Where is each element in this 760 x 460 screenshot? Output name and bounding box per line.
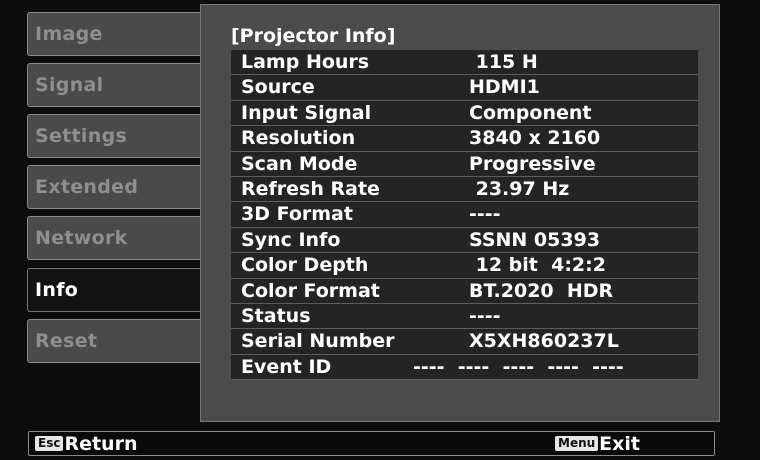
menu-item-extended[interactable]: Extended: [27, 165, 213, 209]
menu-item-label: Extended: [35, 176, 139, 198]
info-row-refresh-rate: Refresh Rate 23.97 Hz: [231, 176, 698, 203]
menu-item-network[interactable]: Network: [27, 216, 213, 260]
row-value: 12 bit 4:2:2: [469, 254, 606, 277]
row-value: HDMI1: [469, 76, 540, 99]
return-button[interactable]: Esc Return: [35, 432, 138, 455]
row-label: Resolution: [241, 127, 356, 150]
row-value: ---- ---- ---- ---- ----: [413, 355, 624, 378]
row-value: ----: [469, 304, 501, 327]
row-value: Progressive: [469, 152, 596, 175]
esc-key-badge: Esc: [35, 436, 64, 451]
info-row-color-format: Color Format BT.2020 HDR: [231, 278, 698, 304]
row-value: Component: [469, 101, 592, 124]
row-value: 23.97 Hz: [469, 177, 570, 200]
info-row-resolution: Resolution 3840 x 2160: [231, 126, 698, 152]
info-table: Lamp Hours 115 H Source HDMI1 Input Sign…: [231, 50, 698, 381]
row-label: Event ID: [241, 355, 332, 378]
row-label: Status: [241, 304, 311, 327]
menu-item-settings[interactable]: Settings: [27, 114, 213, 158]
row-label: Source: [241, 76, 315, 99]
info-row-scan-mode: Scan Mode Progressive: [231, 151, 698, 177]
bottom-help-bar: Esc Return Menu Exit: [28, 431, 715, 456]
info-row-status: Status ----: [231, 303, 698, 330]
info-row-source: Source HDMI1: [231, 75, 698, 101]
row-label: Lamp Hours: [241, 51, 370, 73]
menu-item-reset[interactable]: Reset: [27, 319, 213, 363]
row-value: 3840 x 2160: [469, 127, 601, 150]
panel-title: [Projector Info]: [231, 25, 396, 47]
row-label: Color Format: [241, 279, 380, 302]
info-row-event-id: Event ID ---- ---- ---- ---- ----: [231, 354, 698, 381]
info-row-3d-format: 3D Format ----: [231, 202, 698, 228]
menu-item-info[interactable]: Info: [27, 268, 214, 312]
row-label: Color Depth: [241, 254, 369, 277]
info-row-input-signal: Input Signal Component: [231, 100, 698, 127]
row-value: ----: [469, 203, 501, 226]
menu-item-signal[interactable]: Signal: [27, 63, 213, 107]
row-label: Refresh Rate: [241, 177, 380, 200]
return-label: Return: [64, 432, 138, 455]
row-label: Scan Mode: [241, 152, 358, 175]
menu-item-image[interactable]: Image: [27, 12, 213, 56]
info-panel: [Projector Info] Lamp Hours 115 H Source…: [200, 4, 720, 422]
menu-item-label: Info: [35, 279, 79, 301]
row-value: SSNN 05393: [469, 228, 601, 251]
menu-item-label: Reset: [35, 330, 98, 352]
menu-item-label: Network: [35, 227, 128, 249]
exit-button[interactable]: Menu Exit: [555, 432, 641, 455]
info-row-lamp-hours: Lamp Hours 115 H: [231, 50, 698, 76]
row-label: Serial Number: [241, 330, 395, 353]
menu-item-label: Image: [35, 23, 103, 45]
exit-label: Exit: [599, 432, 641, 455]
row-label: Sync Info: [241, 228, 341, 251]
info-row-serial-number: Serial Number X5XH860237L: [231, 329, 698, 355]
info-row-sync-info: Sync Info SSNN 05393: [231, 227, 698, 254]
row-value: BT.2020 HDR: [469, 279, 614, 302]
row-value: X5XH860237L: [469, 330, 619, 353]
menu-key-badge: Menu: [555, 436, 599, 451]
info-row-color-depth: Color Depth 12 bit 4:2:2: [231, 253, 698, 279]
menu-item-label: Settings: [35, 125, 128, 147]
row-label: 3D Format: [241, 203, 353, 226]
projector-osd-screen: Image Signal Settings Extended Network I…: [0, 0, 760, 460]
row-value: 115 H: [469, 51, 538, 73]
menu-item-label: Signal: [35, 74, 104, 96]
row-label: Input Signal: [241, 101, 372, 124]
